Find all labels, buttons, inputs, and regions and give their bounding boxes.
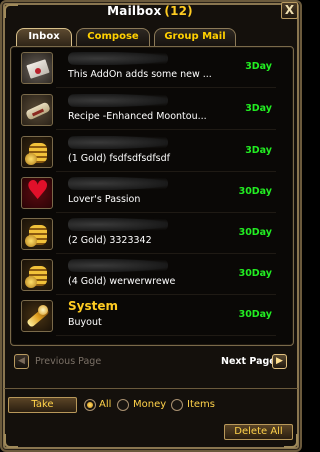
mail-item[interactable]: (1 Gold) fsdfsdfsdfsdf 3Day (16, 134, 278, 172)
expiry-days: 30Day (238, 186, 272, 197)
title-bar[interactable]: Mailbox (12) (4, 2, 296, 20)
mail-subject: (4 Gold) werwerwrewe (68, 276, 176, 287)
take-label: Take (31, 399, 54, 410)
mail-subject: Lover's Passion (68, 194, 141, 205)
gold-coins-icon (21, 218, 53, 250)
mail-item[interactable]: System Buyout 30Day (16, 298, 278, 336)
mail-item[interactable]: Lover's Passion 30Day (16, 175, 278, 213)
expiry-days: 3Day (245, 61, 272, 72)
mail-item[interactable]: (4 Gold) werwerwrewe 30Day (16, 257, 278, 295)
delete-all-button[interactable]: Delete All (224, 424, 293, 440)
sender-obscured (68, 177, 168, 190)
tab-label: Inbox (28, 31, 60, 42)
filter-all-label: All (99, 399, 112, 410)
filter-money-label: Money (133, 399, 167, 410)
mail-item[interactable]: This AddOn adds some new ... 3Day (16, 50, 278, 88)
gold-coins-icon (21, 259, 53, 291)
next-page-label: Next Page (221, 356, 276, 367)
mail-subject: Recipe -Enhanced Moontou... (68, 111, 207, 122)
mail-subject: (1 Gold) fsdfsdfsdfsdf (68, 153, 170, 164)
letter-icon (21, 52, 53, 84)
mail-item[interactable]: (2 Gold) 3323342 30Day (16, 216, 278, 254)
filter-money-radio[interactable] (117, 399, 129, 411)
arrow-right-icon: ▶ (276, 356, 283, 366)
expiry-days: 30Day (238, 268, 272, 279)
sender-obscured (68, 259, 168, 272)
mail-subject: Buyout (68, 317, 102, 328)
tab-group-mail[interactable]: Group Mail (154, 28, 236, 46)
sender-obscured (68, 218, 168, 231)
mail-item[interactable]: Recipe -Enhanced Moontou... 3Day (16, 92, 278, 130)
tab-inbox[interactable]: Inbox (16, 28, 72, 47)
expiry-days: 30Day (238, 227, 272, 238)
tab-label: Group Mail (164, 31, 226, 42)
arrow-left-icon: ◀ (18, 356, 25, 366)
tab-compose[interactable]: Compose (76, 28, 150, 46)
close-icon: X (284, 3, 295, 17)
close-button[interactable]: X (281, 2, 298, 19)
sender-obscured (68, 136, 168, 149)
filter-all-radio[interactable] (84, 399, 96, 411)
previous-page-label: Previous Page (35, 356, 102, 367)
system-sword-icon (21, 300, 53, 332)
expiry-days: 30Day (238, 309, 272, 320)
previous-page-button[interactable]: ◀ (14, 354, 29, 369)
mail-subject: (2 Gold) 3323342 (68, 235, 152, 246)
expiry-days: 3Day (245, 103, 272, 114)
mail-count: (12) (164, 4, 193, 18)
heart-icon (21, 177, 53, 209)
recipe-scroll-icon (21, 94, 53, 126)
filter-items-label: Items (187, 399, 215, 410)
expiry-days: 3Day (245, 145, 272, 156)
sender-obscured (68, 52, 168, 65)
filter-items-radio[interactable] (171, 399, 183, 411)
mail-sender: System (68, 299, 118, 313)
delete-all-label: Delete All (234, 426, 283, 437)
tab-label: Compose (87, 31, 139, 42)
window-title: Mailbox (107, 4, 162, 18)
sender-obscured (68, 94, 168, 107)
gold-coins-icon (21, 136, 53, 168)
mail-subject: This AddOn adds some new ... (68, 69, 212, 80)
take-button[interactable]: Take (8, 397, 77, 413)
next-page-button[interactable]: ▶ (272, 354, 287, 369)
